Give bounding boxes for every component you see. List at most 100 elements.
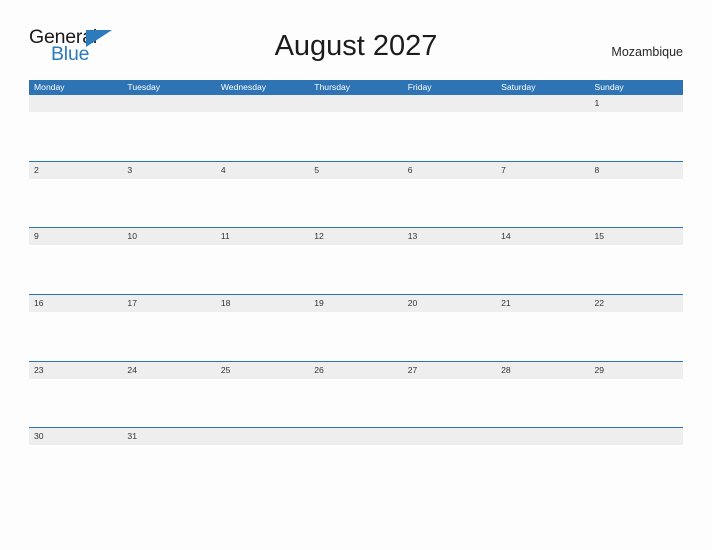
- day-cell[interactable]: 21: [496, 295, 589, 361]
- day-cell[interactable]: 2: [29, 162, 122, 228]
- weekday-header-tuesday: Tuesday: [127, 82, 161, 92]
- weekday-header-sunday: Sunday: [594, 82, 624, 92]
- day-cell[interactable]: 27: [403, 362, 496, 428]
- day-cell[interactable]: [403, 95, 496, 161]
- day-number: 10: [127, 231, 137, 242]
- day-number: 22: [594, 298, 605, 309]
- day-cell[interactable]: [29, 95, 122, 161]
- weekday-header-row: Monday Tuesday Wednesday Thursday Friday…: [29, 80, 683, 95]
- calendar-week-row: 1: [29, 95, 683, 162]
- calendar-week-row: 23 24 25 26 27 28 29: [29, 361, 683, 429]
- day-cell[interactable]: 15: [590, 228, 683, 294]
- day-number: 25: [220, 364, 231, 375]
- calendar-week-row: 9 10 11 12 13 14 15: [29, 228, 683, 296]
- day-cell[interactable]: 8: [590, 162, 683, 228]
- weekday-header-wednesday: Wednesday: [220, 82, 267, 92]
- calendar-page: General Blue August 2027 Mozambique Mond…: [0, 0, 712, 550]
- day-cell[interactable]: 23: [29, 362, 122, 428]
- day-number: 11: [220, 231, 230, 242]
- day-number: 31: [127, 431, 137, 442]
- day-number: 13: [407, 231, 418, 242]
- calendar-week-row: 30 31: [29, 428, 683, 496]
- day-cell[interactable]: 11: [216, 228, 309, 294]
- day-cell[interactable]: [590, 428, 683, 495]
- day-cell[interactable]: 7: [496, 162, 589, 228]
- day-number: 20: [407, 298, 418, 309]
- day-cell[interactable]: 22: [590, 295, 683, 361]
- day-number: 9: [34, 231, 39, 242]
- day-cell[interactable]: [496, 95, 589, 161]
- day-number: 3: [127, 164, 133, 175]
- day-number: 21: [501, 298, 511, 309]
- page-header: General Blue August 2027 Mozambique: [29, 26, 683, 72]
- calendar-week-row: 2 3 4 5 6 7 8: [29, 161, 683, 229]
- day-number: 1: [594, 98, 600, 108]
- day-cell[interactable]: [216, 428, 309, 495]
- day-cell[interactable]: 20: [403, 295, 496, 361]
- day-number: 24: [127, 364, 137, 375]
- day-cell[interactable]: 31: [122, 428, 215, 495]
- day-number: 29: [594, 364, 605, 375]
- day-cell[interactable]: 30: [29, 428, 122, 495]
- day-cell[interactable]: 10: [122, 228, 215, 294]
- calendar-table: Monday Tuesday Wednesday Thursday Friday…: [29, 80, 683, 496]
- day-number: 18: [220, 298, 231, 309]
- day-number: 17: [127, 298, 137, 309]
- day-cell[interactable]: 5: [309, 162, 402, 228]
- weekday-header-saturday: Saturday: [501, 82, 536, 92]
- day-cell[interactable]: [309, 95, 402, 161]
- day-number: [501, 428, 589, 445]
- day-number: 2: [34, 164, 39, 175]
- day-number: 30: [34, 431, 44, 442]
- day-number: [34, 95, 122, 112]
- day-number: [221, 95, 309, 112]
- day-cell[interactable]: 14: [496, 228, 589, 294]
- day-number: [314, 428, 402, 445]
- day-cell[interactable]: 1: [590, 95, 683, 161]
- day-cell[interactable]: 6: [403, 162, 496, 228]
- day-cell[interactable]: 19: [309, 295, 402, 361]
- day-cell[interactable]: 3: [122, 162, 215, 228]
- day-cell[interactable]: 29: [590, 362, 683, 428]
- day-cell[interactable]: 12: [309, 228, 402, 294]
- day-cell[interactable]: 18: [216, 295, 309, 361]
- day-number: 8: [594, 164, 600, 175]
- day-cell[interactable]: [216, 95, 309, 161]
- day-cell[interactable]: [496, 428, 589, 495]
- day-number: [501, 95, 589, 112]
- day-number: [408, 428, 496, 445]
- weekday-header-monday: Monday: [34, 82, 65, 92]
- day-number: 4: [220, 164, 226, 175]
- day-number: 15: [594, 231, 605, 242]
- day-cell[interactable]: 28: [496, 362, 589, 428]
- day-number: [221, 428, 309, 445]
- day-cell[interactable]: 16: [29, 295, 122, 361]
- day-number: 27: [407, 364, 418, 375]
- day-number: [314, 95, 402, 112]
- day-cell[interactable]: 25: [216, 362, 309, 428]
- day-number: 7: [501, 164, 506, 175]
- day-number: [595, 428, 683, 445]
- day-cell[interactable]: [309, 428, 402, 495]
- day-cell[interactable]: 9: [29, 228, 122, 294]
- day-cell[interactable]: [403, 428, 496, 495]
- day-number: 26: [314, 364, 324, 375]
- day-number: [127, 95, 215, 112]
- day-cell[interactable]: 13: [403, 228, 496, 294]
- day-number: 14: [501, 231, 511, 242]
- day-cell[interactable]: [122, 95, 215, 161]
- day-number: 12: [314, 231, 324, 242]
- location-label: Mozambique: [611, 45, 683, 59]
- day-cell[interactable]: 4: [216, 162, 309, 228]
- day-number: 19: [314, 298, 324, 309]
- day-cell[interactable]: 26: [309, 362, 402, 428]
- weekday-header-friday: Friday: [407, 82, 432, 92]
- day-number: [408, 95, 496, 112]
- day-number: 23: [34, 364, 44, 375]
- day-number: 6: [407, 164, 413, 175]
- day-number: 28: [501, 364, 511, 375]
- day-cell[interactable]: 24: [122, 362, 215, 428]
- day-number: 5: [314, 164, 320, 175]
- page-title: August 2027: [274, 30, 438, 62]
- day-cell[interactable]: 17: [122, 295, 215, 361]
